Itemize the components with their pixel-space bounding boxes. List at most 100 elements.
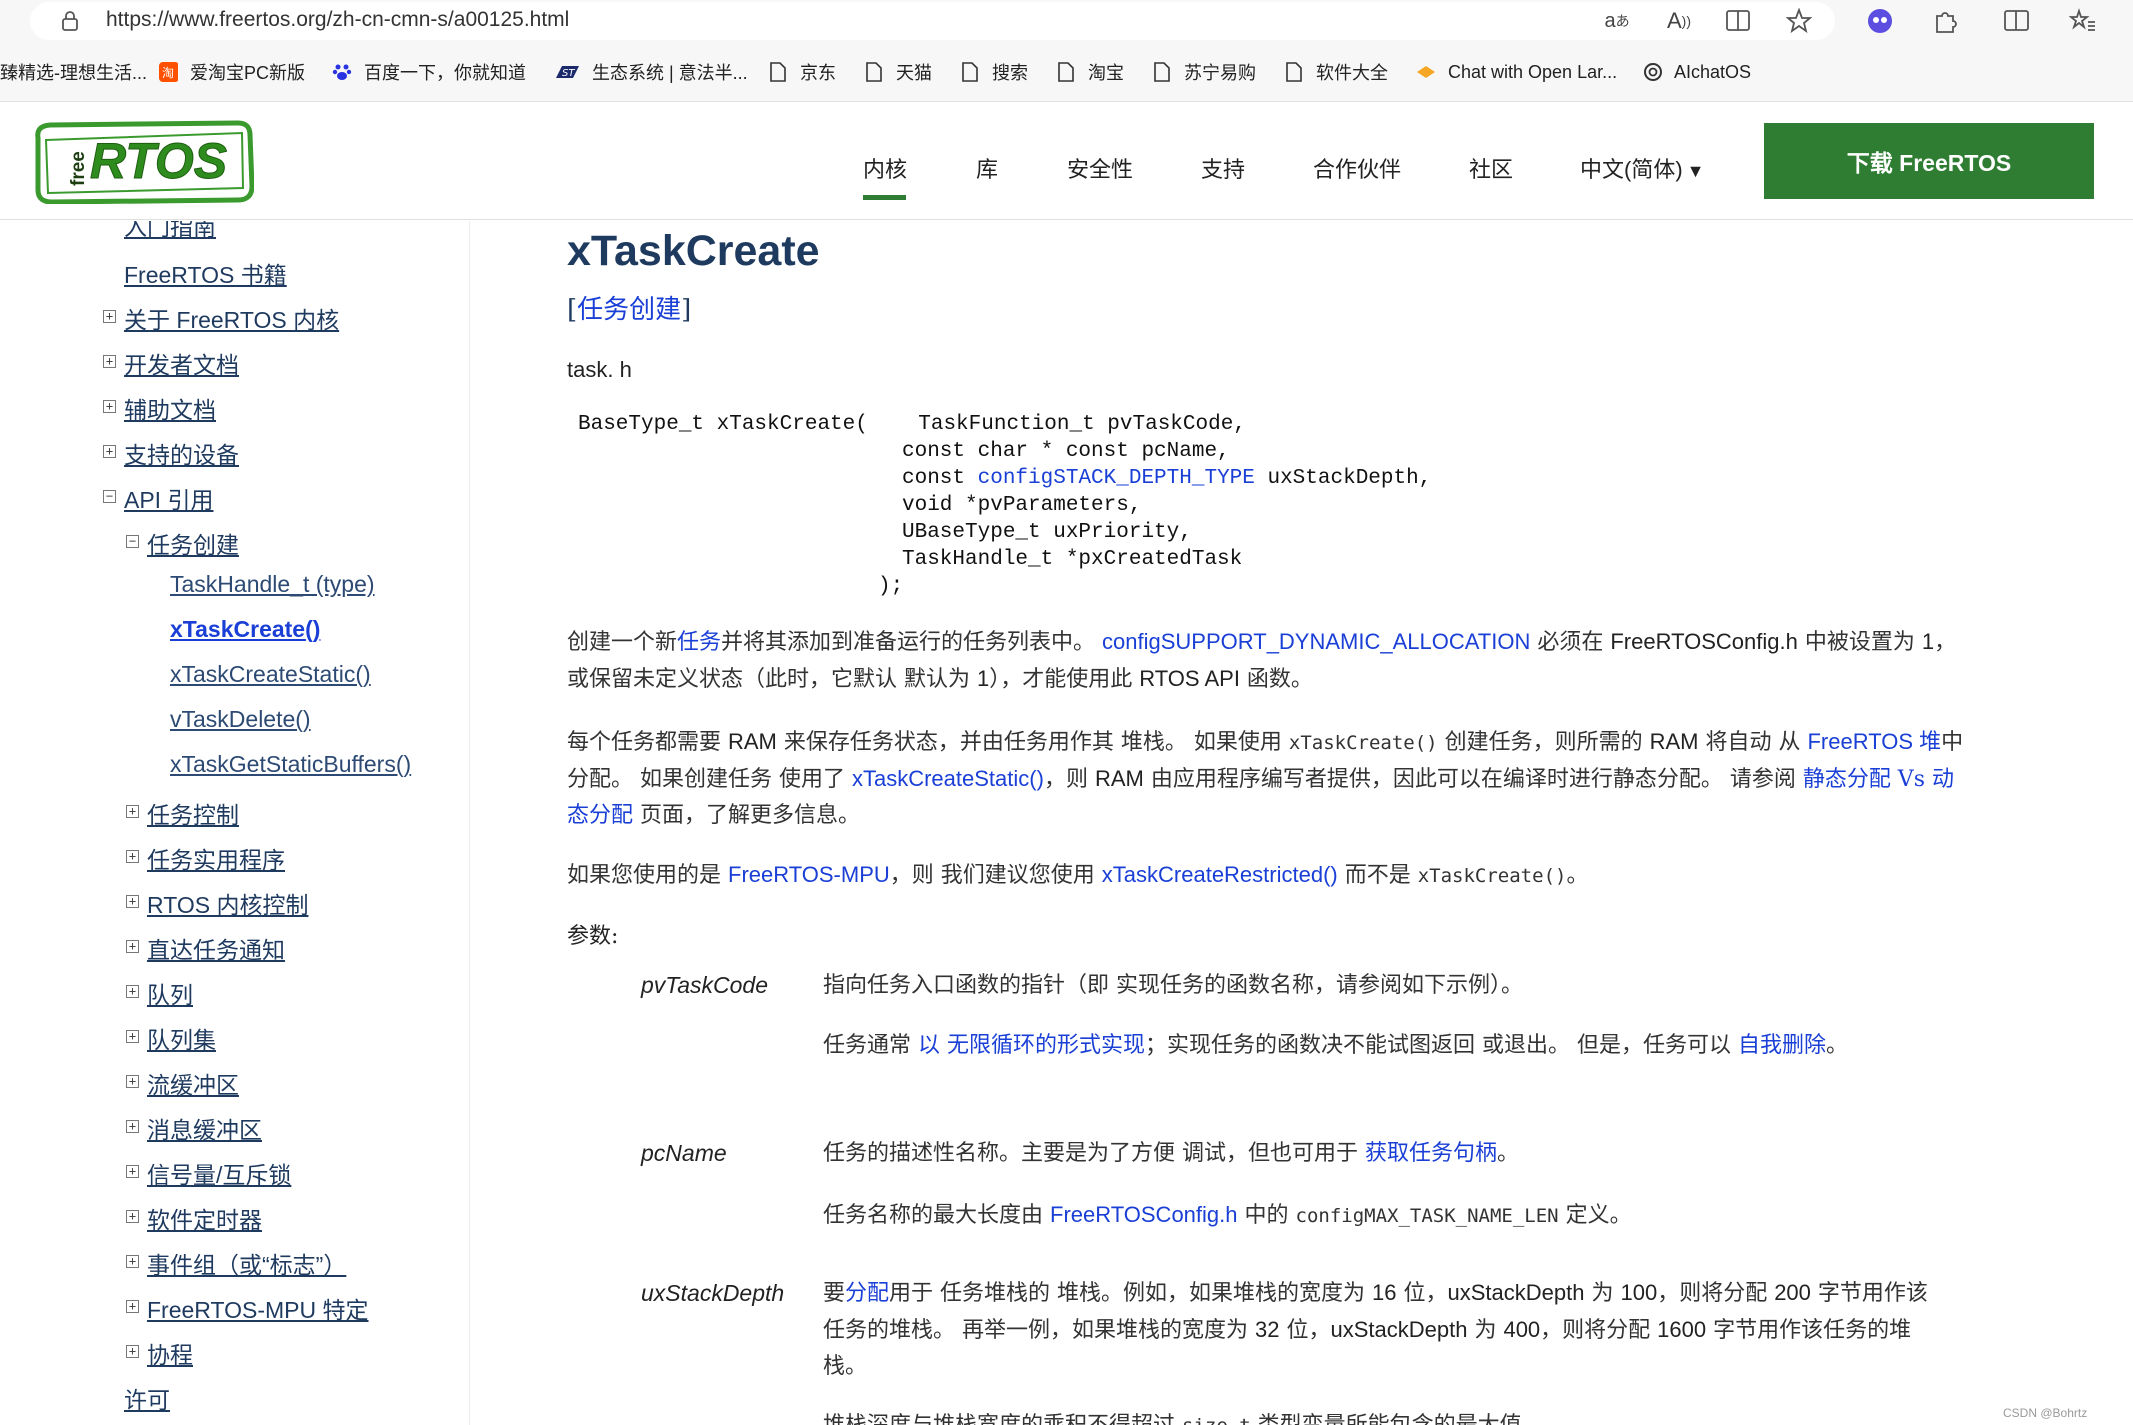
sidebar-item-task-notifications[interactable]: 直达任务通知 (147, 931, 285, 965)
xtaskcreatestatic-link[interactable]: xTaskCreateStatic() (852, 766, 1044, 791)
bookmark-item[interactable]: 百度一下，你就知道 (332, 59, 526, 85)
translate-icon[interactable]: aあ (1602, 6, 1632, 36)
bookmark-item[interactable]: ST 生态系统 | 意法半... (554, 59, 748, 85)
nav-support[interactable]: 支持 (1201, 152, 1245, 184)
sidebar-item-software-timers[interactable]: 软件定时器 (147, 1201, 262, 1235)
function-prototype: BaseType_t xTaskCreate( TaskFunction_t p… (578, 411, 1431, 600)
expand-toggle-icon[interactable]: + (103, 445, 116, 458)
bookmark-item[interactable]: 京东 (768, 59, 836, 85)
expand-toggle-icon[interactable]: + (126, 1345, 139, 1358)
sidebar-item-secondary-docs[interactable]: 辅助文档 (124, 391, 216, 425)
bookmark-item[interactable]: 软件大全 (1284, 59, 1388, 85)
freertos-heap-link[interactable]: FreeRTOS 堆 (1807, 729, 1941, 754)
favorite-star-icon[interactable] (1784, 6, 1814, 36)
nav-security[interactable]: 安全性 (1067, 152, 1133, 184)
bookmark-item[interactable]: 臻精选-理想生活... (0, 59, 147, 85)
sidebar-item-getting-started[interactable]: 入门指南 (124, 221, 216, 242)
extensions-puzzle-icon[interactable] (1930, 6, 1960, 36)
expand-toggle-icon[interactable]: + (126, 1030, 139, 1043)
self-delete-link[interactable]: 自我删除 (1738, 1033, 1826, 1058)
bracket-close: ] (681, 295, 692, 325)
sidebar-item-vtaskdelete[interactable]: vTaskDelete() (170, 706, 311, 733)
bookmark-item[interactable]: 苏宁易购 (1152, 59, 1256, 85)
sidebar-item-stream-buffers[interactable]: 流缓冲区 (147, 1066, 239, 1100)
freertos-mpu-link[interactable]: FreeRTOS-MPU (728, 862, 890, 887)
sidebar-item-xtaskcreatestatic[interactable]: xTaskCreateStatic() (170, 661, 371, 688)
sidebar-item-kernel-control[interactable]: RTOS 内核控制 (147, 886, 308, 920)
expand-toggle-icon[interactable]: + (126, 1210, 139, 1223)
sidebar-item-developer-docs[interactable]: 开发者文档 (124, 346, 239, 380)
config-stack-depth-type-link[interactable]: configSTACK_DEPTH_TYPE (978, 467, 1255, 490)
xtaskcreaterestricted-link[interactable]: xTaskCreateRestricted() (1102, 862, 1338, 887)
expand-toggle-icon[interactable]: + (126, 1120, 139, 1133)
bookmark-item[interactable]: 搜索 (960, 59, 1028, 85)
url-text[interactable]: https://www.freertos.org/zh-cn-cmn-s/a00… (106, 8, 569, 32)
prototype-line: TaskHandle_t *pxCreatedTask (902, 548, 1243, 571)
lock-icon[interactable] (60, 10, 80, 32)
sidebar-item-mpu-specific[interactable]: FreeRTOS-MPU 特定 (147, 1291, 369, 1325)
sidebar-item-queues[interactable]: 队列 (147, 976, 193, 1010)
baidu-paw-icon (332, 61, 352, 83)
read-aloud-icon[interactable]: A)) (1664, 6, 1694, 36)
param-description: 任务名称的最大长度由 FreeRTOSConfig.h 中的 configMAX… (823, 1202, 1632, 1228)
freertosconfig-link[interactable]: FreeRTOSConfig.h (1050, 1202, 1238, 1227)
config-dynamic-allocation-link[interactable]: configSUPPORT_DYNAMIC_ALLOCATION (1102, 629, 1530, 654)
infinite-loop-link[interactable]: 以 无限循环的形式实现 (918, 1033, 1145, 1058)
sidebar-item-event-groups[interactable]: 事件组（或“标志”） (147, 1246, 346, 1280)
collections-icon[interactable] (2068, 6, 2098, 36)
expand-toggle-icon[interactable]: + (103, 400, 116, 413)
sidebar-item-task-creation[interactable]: 任务创建 (147, 526, 239, 560)
expand-toggle-icon[interactable]: + (126, 850, 139, 863)
expand-toggle-icon[interactable]: + (126, 1075, 139, 1088)
reader-view-icon[interactable] (1724, 6, 1754, 36)
breadcrumb-task-creation-link[interactable]: 任务创建 (577, 295, 681, 325)
sidebar-item-semaphores[interactable]: 信号量/互斥锁 (147, 1156, 291, 1190)
sidebar-item-about-kernel[interactable]: 关于 FreeRTOS 内核 (124, 301, 339, 335)
task-link[interactable]: 任务 (677, 630, 721, 655)
expand-toggle-icon[interactable]: + (103, 355, 116, 368)
sidebar-item-task-control[interactable]: 任务控制 (147, 796, 239, 830)
collapse-toggle-icon[interactable]: − (103, 490, 116, 503)
get-task-handle-link[interactable]: 获取任务句柄 (1365, 1141, 1497, 1166)
description-paragraph: 创建一个新任务并将其添加到准备运行的任务列表中。 configSUPPORT_D… (567, 629, 1957, 692)
collapse-toggle-icon[interactable]: − (126, 535, 139, 548)
expand-toggle-icon[interactable]: + (126, 1300, 139, 1313)
freertos-logo[interactable]: RTOS free (28, 120, 254, 204)
bookmark-item[interactable]: AIchatOS (1642, 59, 1751, 85)
language-selector[interactable]: 中文(简体) ▼ (1580, 152, 1704, 184)
expand-toggle-icon[interactable]: + (126, 1165, 139, 1178)
expand-toggle-icon[interactable]: + (103, 310, 116, 323)
sidebar-item-coroutines[interactable]: 协程 (147, 1336, 193, 1370)
nav-community[interactable]: 社区 (1469, 152, 1513, 184)
sidebar-item-xtaskcreate[interactable]: xTaskCreate() (170, 616, 320, 643)
split-screen-icon[interactable] (2002, 6, 2032, 36)
nav-partners[interactable]: 合作伙伴 (1313, 152, 1401, 184)
bookmark-item[interactable]: 淘宝 (1056, 59, 1124, 85)
sidebar-item-taskhandle[interactable]: TaskHandle_t (type) (170, 571, 375, 598)
sidebar-item-queue-sets[interactable]: 队列集 (147, 1021, 216, 1055)
param-name: uxStackDepth (641, 1280, 785, 1306)
expand-toggle-icon[interactable]: + (126, 985, 139, 998)
sidebar-item-message-buffers[interactable]: 消息缓冲区 (147, 1111, 262, 1145)
bookmark-item[interactable]: 天猫 (864, 59, 932, 85)
page-icon (768, 61, 788, 83)
bookmark-item[interactable]: Chat with Open Lar... (1416, 59, 1617, 85)
nav-kernel[interactable]: 内核 (863, 152, 907, 184)
expand-toggle-icon[interactable]: + (126, 1255, 139, 1268)
param-description: 任务通常 以 无限循环的形式实现；实现任务的函数决不能试图返回 或退出。 但是，… (823, 1033, 1849, 1058)
sidebar-item-task-utilities[interactable]: 任务实用程序 (147, 841, 285, 875)
sidebar-item-api-reference[interactable]: API 引用 (124, 481, 213, 515)
sidebar-item-supported-devices[interactable]: 支持的设备 (124, 436, 239, 470)
sidebar-item-books[interactable]: FreeRTOS 书籍 (124, 256, 287, 290)
bookmark-item[interactable]: 淘 爱淘宝PC新版 (158, 59, 305, 85)
expand-toggle-icon[interactable]: + (126, 805, 139, 818)
nav-libraries[interactable]: 库 (976, 152, 998, 184)
expand-toggle-icon[interactable]: + (126, 940, 139, 953)
sidebar-item-xtaskgetstaticbuffers[interactable]: xTaskGetStaticBuffers() (170, 751, 411, 778)
profile-avatar-icon[interactable] (1865, 6, 1895, 36)
sidebar-item-license[interactable]: 许可 (124, 1381, 170, 1415)
expand-toggle-icon[interactable]: + (126, 895, 139, 908)
prototype-line: BaseType_t xTaskCreate( TaskFunction_t p… (578, 413, 1246, 436)
allocation-link[interactable]: 分配 (845, 1281, 889, 1306)
download-button[interactable]: 下载 FreeRTOS (1764, 123, 2094, 199)
